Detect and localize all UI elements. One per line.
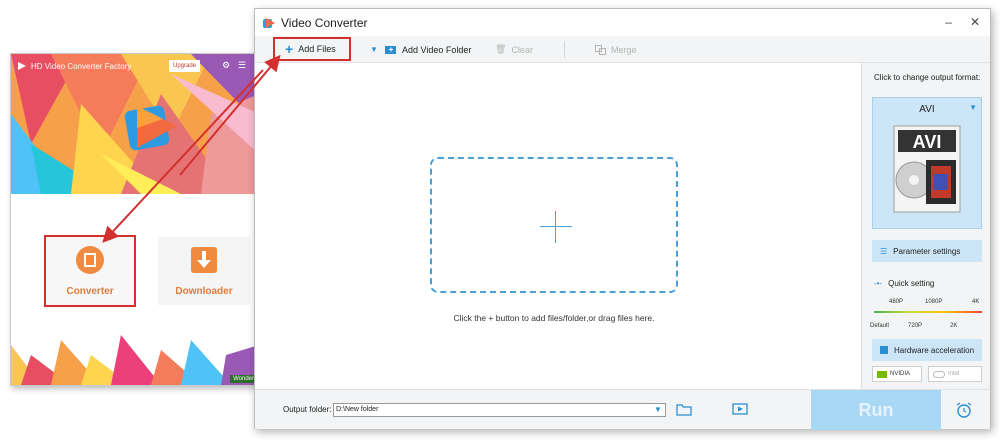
nvidia-logo-icon — [877, 370, 887, 378]
output-folder-label: Output folder: — [283, 405, 332, 414]
app-logo-icon — [18, 62, 26, 70]
clear-button[interactable]: 🗑 Clear — [495, 36, 533, 63]
merge-button[interactable]: Merge — [595, 36, 637, 63]
launcher-bottom-art — [11, 335, 257, 385]
downloader-tile[interactable]: Downloader — [158, 237, 250, 305]
film-converter-icon — [76, 246, 104, 274]
upgrade-label: Upgrade — [173, 63, 197, 69]
minimize-icon[interactable]: – — [945, 15, 952, 29]
output-folder-field[interactable]: D:\New folder ▼ — [333, 403, 666, 417]
downloader-label: Downloader — [175, 286, 233, 297]
format-name: AVI — [919, 104, 935, 115]
app-logo-icon — [263, 17, 275, 28]
hardware-acceleration-button[interactable]: Hardware acceleration — [872, 339, 982, 361]
quality-2k: 2K — [950, 323, 958, 329]
merge-label: Merge — [611, 44, 637, 55]
output-format-panel: Click to change output format: AVI ▼ AVI… — [861, 63, 990, 389]
close-icon[interactable]: ✕ — [970, 15, 980, 29]
video-output-icon[interactable] — [732, 402, 748, 416]
clear-label: Clear — [511, 44, 533, 55]
converter-label: Converter — [66, 286, 114, 297]
add-plus-icon — [540, 226, 572, 227]
quality-default: Default — [870, 323, 890, 329]
converter-tile[interactable]: Converter — [44, 235, 136, 307]
parameter-settings-label: Parameter settings — [893, 246, 961, 256]
launcher-app-title: HD Video Converter Factory — [31, 61, 132, 71]
output-format-title: Click to change output format: — [874, 73, 981, 82]
open-folder-icon[interactable] — [676, 402, 692, 416]
quality-480p: 480P — [889, 299, 904, 305]
intel-badge[interactable]: Intel — [928, 366, 982, 382]
run-button[interactable]: Run — [811, 390, 941, 430]
intel-logo-icon — [933, 370, 945, 378]
sliders-icon: ☰ — [880, 246, 888, 256]
alarm-clock-icon[interactable] — [955, 401, 973, 419]
avi-icon-text: AVI — [913, 132, 942, 152]
trash-icon: 🗑 — [495, 44, 507, 54]
caret-down-icon[interactable]: ▼ — [653, 405, 663, 415]
nvidia-badge[interactable]: NVIDIA — [872, 366, 922, 382]
quality-slider[interactable] — [874, 311, 982, 313]
menu-list-icon[interactable]: ☰ — [237, 60, 247, 70]
launcher-window: HD Video Converter Factory Upgrade ⚙ ☰ C… — [10, 53, 258, 386]
quick-setting-label: Quick setting — [888, 279, 935, 288]
chip-icon — [880, 346, 888, 354]
intel-label: Intel — [948, 371, 960, 377]
converter-logo-graphic — [124, 105, 177, 151]
run-label: Run — [858, 399, 894, 420]
output-format-selector[interactable]: AVI ▼ AVI — [872, 97, 982, 229]
settings-gear-icon[interactable]: ⚙ — [221, 60, 231, 70]
quality-1080p: 1080P — [925, 299, 943, 305]
hardware-acceleration-label: Hardware acceleration — [894, 345, 975, 355]
toolbar-separator — [564, 41, 565, 58]
window-title: Video Converter — [281, 15, 368, 30]
output-folder-value: D:\New folder — [336, 406, 379, 413]
video-converter-window: Video Converter – ✕ + Add Files ▼ Add Vi… — [254, 8, 991, 430]
quality-4k: 4K — [972, 299, 980, 305]
avi-format-icon: AVI — [893, 125, 961, 213]
nvidia-label: NVIDIA — [890, 371, 911, 377]
dropzone-hint: Click the + button to add files/folder,o… — [453, 313, 655, 323]
main-titlebar: Video Converter — [255, 9, 990, 36]
file-drop-workspace[interactable]: Click the + button to add files/folder,o… — [255, 63, 861, 389]
dropzone[interactable] — [430, 157, 678, 293]
quick-setting: -•- Quick setting — [874, 279, 934, 288]
add-files-label: Add Files — [298, 44, 336, 54]
caret-down-icon: ▼ — [969, 103, 977, 112]
toolbar: + Add Files ▼ Add Video Folder 🗑 Clear M… — [255, 36, 990, 63]
parameter-settings-button[interactable]: ☰ Parameter settings — [872, 240, 982, 262]
plus-icon: + — [285, 41, 294, 57]
folder-plus-icon — [385, 45, 396, 54]
quality-720p: 720P — [908, 323, 923, 329]
add-files-dropdown[interactable]: ▼ — [370, 36, 378, 63]
add-files-button[interactable]: + Add Files — [273, 37, 351, 61]
add-video-folder-label: Add Video Folder — [402, 44, 472, 55]
bottom-bar: Output folder: D:\New folder ▼ Run — [255, 389, 990, 430]
upgrade-button[interactable]: Upgrade — [169, 60, 201, 72]
download-icon — [191, 247, 217, 273]
caret-down-icon: ▼ — [370, 45, 378, 54]
merge-icon — [595, 44, 606, 55]
add-video-folder-button[interactable]: Add Video Folder — [385, 36, 471, 63]
brand-tag: Wonder — [230, 375, 257, 383]
slider-icon: -•- — [874, 279, 883, 288]
